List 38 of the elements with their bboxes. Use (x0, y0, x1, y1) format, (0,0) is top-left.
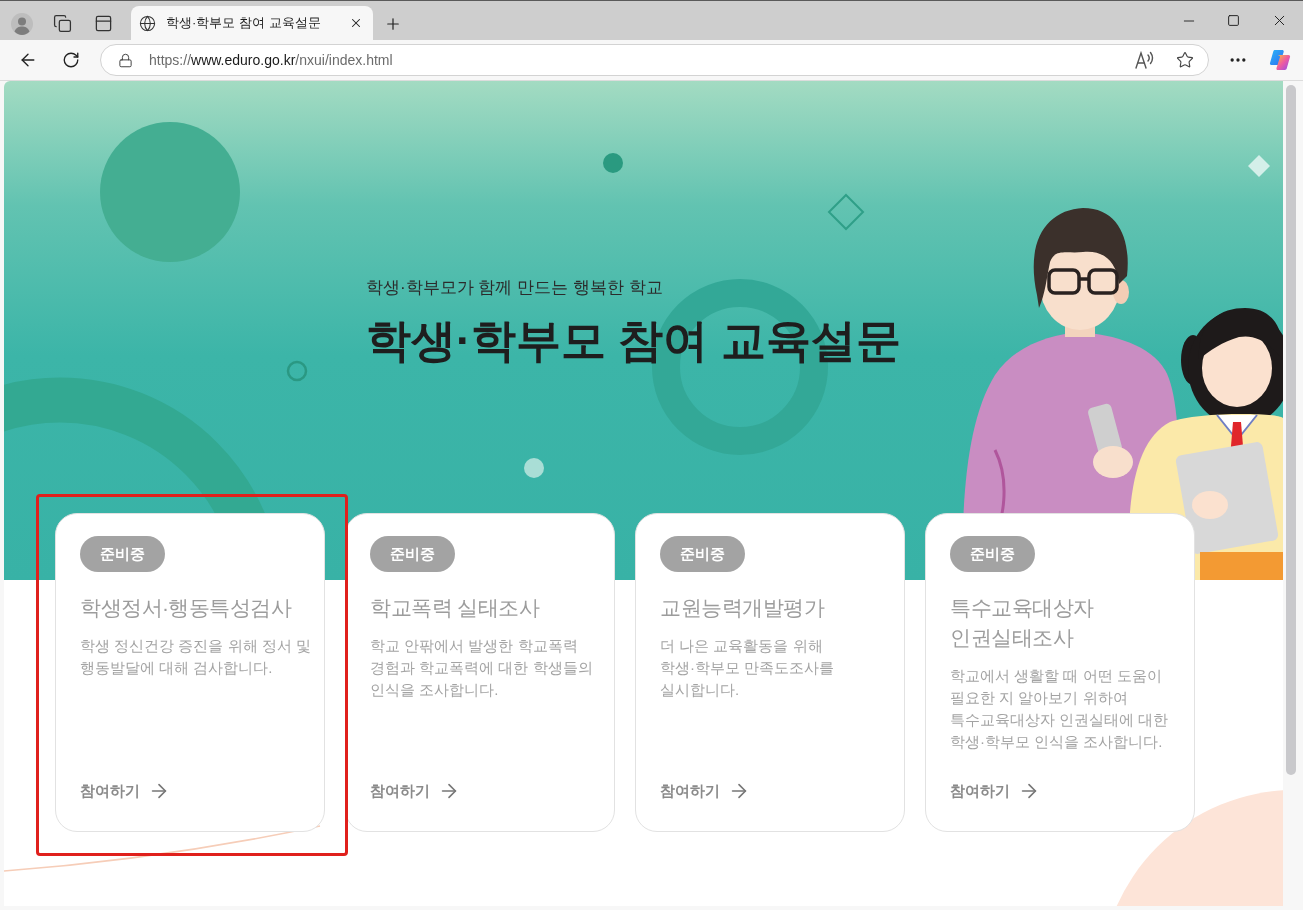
card-title: 특수교육대상자 인권실태조사 (950, 595, 1095, 651)
globe-icon (139, 14, 156, 32)
close-tab-icon[interactable] (349, 16, 363, 30)
favorite-star-icon[interactable] (1176, 51, 1194, 69)
diamond-decoration (1248, 155, 1270, 177)
card-title: 학생정서·행동특성검사 (80, 595, 292, 621)
address-field[interactable]: https://www.eduro.go.kr/nxui/index.html (100, 44, 1209, 76)
browser-tab[interactable]: 학생·학부모 참여 교육설문 (131, 6, 373, 40)
card-description: 학교 안팎에서 발생한 학교폭력 경험과 학교폭력에 대한 학생들의 인식을 조사합니다. (370, 636, 593, 700)
read-aloud-icon[interactable] (1135, 51, 1155, 69)
card-title: 교원능력개발평가 (660, 595, 824, 621)
stacked-squares-icon[interactable] (53, 14, 72, 33)
card-description: 더 나은 교육활동을 위해 학생·학부모 만족도조사를 실시합니다. (660, 636, 835, 700)
participate-link[interactable]: 참여하기 (660, 779, 750, 802)
maximize-icon[interactable] (1227, 14, 1240, 27)
profile-avatar-icon[interactable] (11, 12, 33, 35)
scrollbar-thumb[interactable] (1286, 85, 1296, 775)
participate-link[interactable]: 참여하기 (80, 779, 170, 802)
colorful-logo-icon[interactable] (1269, 49, 1291, 71)
participate-link[interactable]: 참여하기 (370, 779, 460, 802)
ring-decoration (286, 360, 308, 382)
card-title: 학교폭력 실태조사 (370, 595, 540, 621)
status-badge: 준비중 (370, 536, 455, 572)
dot-decoration (603, 153, 623, 173)
dot-decoration (524, 458, 544, 478)
status-badge: 준비중 (660, 536, 745, 572)
card-description: 학생 정신건강 증진을 위해 정서 및 행동발달에 대해 검사합니다. (80, 636, 311, 678)
hero-title: 학생·학부모 참여 교육설문 (366, 314, 901, 368)
reload-icon[interactable] (62, 51, 80, 69)
card-description: 학교에서 생활할 때 어떤 도움이 필요한 지 알아보기 위하여 특수교육대상자 인권실태에 대한 학생·학부모 인식을 조사합니다. (950, 666, 1169, 752)
panel-icon[interactable] (94, 14, 113, 33)
status-badge: 준비중 (80, 536, 165, 572)
participate-link[interactable]: 참여하기 (950, 779, 1040, 802)
url-text[interactable]: https://www.eduro.go.kr/nxui/index.html (149, 49, 393, 71)
hero-subtitle: 학생·학부모가 함께 만드는 행복한 학교 (366, 277, 663, 299)
diamond-decoration (827, 193, 865, 231)
status-badge: 준비중 (950, 536, 1035, 572)
lock-icon[interactable] (118, 52, 133, 68)
